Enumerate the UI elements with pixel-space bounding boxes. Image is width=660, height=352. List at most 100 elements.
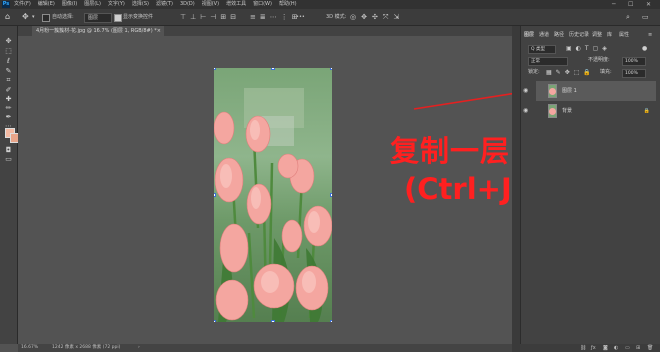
tulip-photo[interactable] <box>214 68 332 322</box>
lock-icon: 🔒 <box>643 108 650 114</box>
tab-paths[interactable]: 路径 <box>554 30 564 40</box>
layer-row-background[interactable]: ◉ 背景 🔒 <box>523 101 656 121</box>
tab-channels[interactable]: 通道 <box>539 30 549 40</box>
tab-history[interactable]: 历史记录 <box>569 30 589 40</box>
eyedropper-tool-icon[interactable]: ✐ <box>3 85 14 94</box>
layer-thumbnail <box>548 84 557 98</box>
close-icon[interactable]: × <box>157 26 161 36</box>
distribute-icons[interactable]: ≡≣⋯⋮⊞ <box>250 9 302 25</box>
brush-tool-icon[interactable]: ✏ <box>3 103 14 112</box>
transform-handle[interactable] <box>330 193 332 197</box>
panel-dock-strip <box>512 26 520 352</box>
menu-file[interactable]: 文件(F) <box>14 0 31 9</box>
menu-image[interactable]: 图像(I) <box>62 0 77 9</box>
fill-label: 填充: <box>600 69 612 75</box>
chevron-right-icon[interactable]: › <box>138 344 140 352</box>
menu-3d[interactable]: 3D(D) <box>180 0 195 9</box>
transform-handle[interactable] <box>214 68 216 70</box>
layer-filter-dropdown[interactable]: Q 类型 <box>528 45 556 54</box>
link-icon[interactable]: ⛓ <box>580 344 586 352</box>
transform-handle[interactable] <box>330 68 332 70</box>
chevron-down-icon[interactable]: ▾ <box>32 9 35 25</box>
transform-handle[interactable] <box>214 320 216 322</box>
search-icon[interactable]: ⌕ <box>626 9 630 25</box>
menu-window[interactable]: 窗口(W) <box>253 0 272 9</box>
tab-libraries[interactable]: 库 <box>607 30 612 40</box>
auto-select-label: 自动选择: <box>52 14 74 20</box>
close-window-button[interactable]: ✕ <box>646 0 651 9</box>
transform-handle[interactable] <box>271 68 275 70</box>
eye-icon[interactable]: ◉ <box>523 81 528 101</box>
maximize-button[interactable]: ☐ <box>628 0 633 9</box>
panel-menu-icon[interactable]: ≡ <box>648 30 652 40</box>
home-icon[interactable]: ⌂ <box>5 9 10 25</box>
opacity-label: 不透明度: <box>588 57 610 63</box>
layer-thumbnail <box>548 104 557 118</box>
show-transform-label: 显示变换控件 <box>123 14 154 20</box>
group-icon[interactable]: ▭ <box>625 344 630 352</box>
transform-handle[interactable] <box>271 320 275 322</box>
layer-name: 图层 1 <box>562 88 577 94</box>
tab-adjustments[interactable]: 调整 <box>592 30 602 40</box>
transform-handle[interactable] <box>330 320 332 322</box>
zoom-level[interactable]: 16.67% <box>21 344 38 352</box>
move-tool-icon[interactable]: ✥ <box>3 36 14 45</box>
move-tool-icon[interactable]: ✥ <box>22 9 29 25</box>
options-bar: ⌂ ✥ ▾ 自动选择: 图层 显示变换控件 ⊤⊥⊢⊣⊞⊟ ≡≣⋯⋮⊞ ••• 3… <box>0 9 660 26</box>
mask-icon[interactable]: ◙ <box>603 344 608 352</box>
quick-mask-icon[interactable]: ◘ <box>3 145 14 154</box>
quick-select-tool-icon[interactable]: ✎ <box>3 66 14 75</box>
screen-mode-icon[interactable]: ▭ <box>3 154 14 163</box>
lock-row: 锁定: ▦✎✥⬚🔒 填充: 100% <box>522 68 656 78</box>
document-tab-title: 4月粉一簇簇材-花.jpg @ 16.7% (图层 1, RGB/8#) * <box>36 28 157 34</box>
menu-select[interactable]: 选择(S) <box>132 0 149 9</box>
lasso-tool-icon[interactable]: ℓ <box>3 56 14 65</box>
photoshop-logo: Ps <box>2 1 10 8</box>
marquee-tool-icon[interactable]: ⬚ <box>3 46 14 55</box>
menu-help[interactable]: 帮助(H) <box>279 0 297 9</box>
show-transform-checkbox[interactable] <box>114 14 122 22</box>
lock-icons[interactable]: ▦✎✥⬚🔒 <box>546 68 595 77</box>
status-bar: 16.67% 1242 像素 x 2688 像素 (72 ppi) › <box>18 344 512 352</box>
layer-name: 背景 <box>562 108 573 114</box>
menu-layer[interactable]: 图层(L) <box>84 0 101 9</box>
minimize-button[interactable]: ─ <box>612 0 616 9</box>
fx-icon[interactable]: ƒx <box>591 344 596 352</box>
transform-handle[interactable] <box>214 193 216 197</box>
crop-tool-icon[interactable]: ⌗ <box>3 76 14 85</box>
align-icons[interactable]: ⊤⊥⊢⊣⊞⊟ <box>180 9 240 25</box>
eye-icon[interactable]: ◉ <box>523 101 528 121</box>
fill-input[interactable]: 100% <box>622 69 646 78</box>
auto-select-checkbox[interactable] <box>42 14 50 22</box>
layer-filter-row: Q 类型 ▣◐T▢◈ ● <box>522 44 656 54</box>
tulip-image <box>214 68 332 322</box>
lock-label: 锁定: <box>528 69 540 75</box>
menu-type[interactable]: 文字(Y) <box>108 0 125 9</box>
menu-edit[interactable]: 编辑(E) <box>38 0 55 9</box>
trash-icon[interactable]: 🗑 <box>647 344 653 352</box>
layer-row-layer1[interactable]: ◉ 图层 1 <box>523 81 656 101</box>
blend-row: 正常 不透明度: 100% <box>522 56 656 66</box>
new-layer-icon[interactable]: ⊞ <box>636 344 640 352</box>
filter-toggle-icon[interactable]: ● <box>642 44 647 53</box>
menu-items: 文件(F) 编辑(E) 图像(I) 图层(L) 文字(Y) 选择(S) 滤镜(T… <box>14 0 297 9</box>
document-tab[interactable]: 4月粉一簇簇材-花.jpg @ 16.7% (图层 1, RGB/8#) * × <box>32 26 164 36</box>
blend-mode-dropdown[interactable]: 正常 <box>528 57 568 66</box>
panel-tabs: 图层 通道 路径 历史记录 调整 库 属性 ≡ <box>520 30 660 40</box>
filter-icons[interactable]: ▣◐T▢◈ <box>566 44 611 53</box>
menu-plugins[interactable]: 增效工具 <box>226 0 246 9</box>
pen-tool-icon[interactable]: ✒ <box>3 112 14 121</box>
menu-view[interactable]: 视图(V) <box>202 0 219 9</box>
3d-tools-icons[interactable]: ◎✥✣⤧⇲ <box>350 9 404 25</box>
tab-layers[interactable]: 图层 <box>524 30 534 40</box>
more-options-icon[interactable]: ••• <box>296 9 305 25</box>
workspace-icon[interactable]: ▭ <box>642 9 649 25</box>
auto-select-dropdown[interactable]: 图层 <box>84 13 112 23</box>
tab-properties[interactable]: 属性 <box>619 30 629 40</box>
menu-bar: Ps 文件(F) 编辑(E) 图像(I) 图层(L) 文字(Y) 选择(S) 滤… <box>0 0 660 9</box>
menu-filter[interactable]: 滤镜(T) <box>156 0 173 9</box>
opacity-input[interactable]: 100% <box>622 57 646 66</box>
healing-brush-icon[interactable]: ✚ <box>3 94 14 103</box>
adjustment-icon[interactable]: ◐ <box>614 344 618 352</box>
layers-panel-footer: ⛓ ƒx ◙ ◐ ▭ ⊞ 🗑 <box>520 344 660 352</box>
